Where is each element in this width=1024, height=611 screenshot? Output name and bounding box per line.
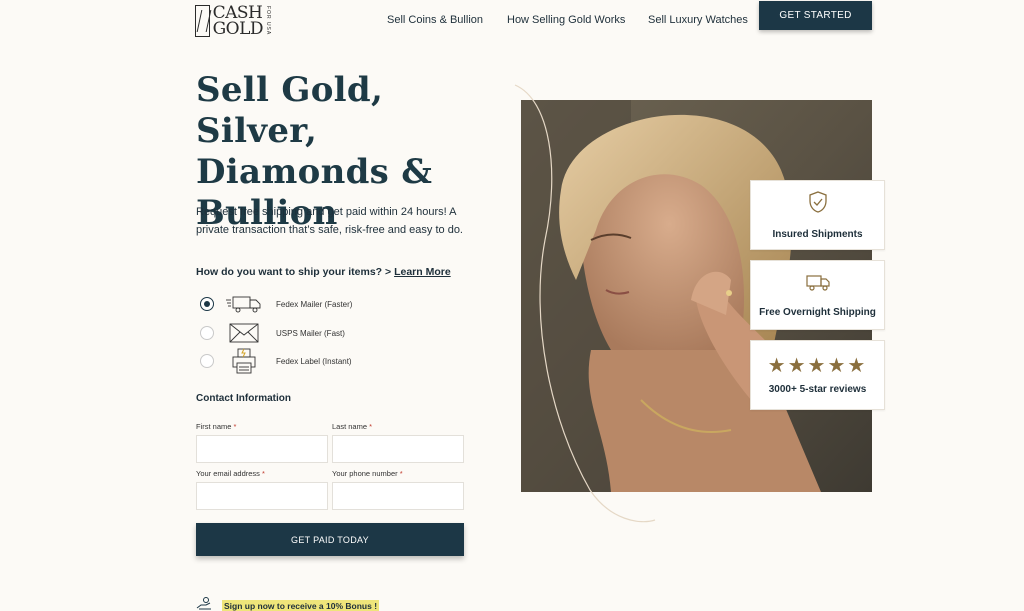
logo-subtext: FOR USA	[265, 6, 271, 36]
get-started-button[interactable]: GET STARTED	[759, 1, 872, 30]
radio-fedex-label[interactable]	[200, 354, 214, 368]
badge-label: Insured Shipments	[772, 229, 863, 240]
nav-how-selling-gold-works[interactable]: How Selling Gold Works	[507, 14, 625, 26]
logo-mark-icon	[195, 5, 210, 37]
shield-check-icon	[807, 190, 829, 219]
shipping-question: How do you want to ship your items? > Le…	[196, 266, 451, 278]
headline-line-2: Diamonds &	[196, 152, 433, 192]
hand-coin-icon	[196, 596, 214, 611]
badge-label: 3000+ 5-star reviews	[768, 383, 867, 395]
five-stars-icon: ★★★★★	[767, 354, 868, 377]
shipping-option-label: USPS Mailer (Fast)	[276, 328, 345, 338]
shipping-option-fedex-label[interactable]: Fedex Label (Instant)	[200, 348, 352, 374]
shipping-option-label: Fedex Label (Instant)	[276, 356, 352, 366]
last-name-field[interactable]	[332, 435, 464, 463]
logo-text: CASH GOLD	[212, 3, 264, 39]
shipping-option-fedex-mailer[interactable]: Fedex Mailer (Faster)	[200, 293, 352, 315]
phone-label: Your phone number *	[332, 469, 403, 478]
first-name-field[interactable]	[196, 435, 328, 463]
contact-information-heading: Contact Information	[196, 393, 291, 404]
get-paid-today-button[interactable]: GET PAID TODAY	[196, 523, 464, 556]
headline-line-1: Sell Gold, Silver,	[196, 70, 384, 151]
last-name-label: Last name *	[332, 422, 373, 431]
email-field[interactable]	[196, 482, 328, 510]
shipping-question-text: How do you want to ship your items? >	[196, 266, 395, 278]
envelope-icon	[224, 322, 264, 344]
radio-usps-mailer[interactable]	[200, 326, 214, 340]
shipping-option-usps-mailer[interactable]: USPS Mailer (Fast)	[200, 322, 345, 344]
insured-shipments-badge: Insured Shipments	[750, 180, 885, 250]
learn-more-link[interactable]: Learn More	[394, 266, 451, 278]
nav-sell-coins-bullion[interactable]: Sell Coins & Bullion	[387, 14, 483, 26]
reviews-badge: ★★★★★ 3000+ 5-star reviews	[750, 340, 885, 410]
truck-icon	[224, 293, 264, 315]
nav-sell-luxury-watches[interactable]: Sell Luxury Watches	[648, 14, 748, 26]
free-overnight-shipping-badge: Free Overnight Shipping	[750, 260, 885, 330]
logo[interactable]: CASH GOLD FOR USA	[195, 4, 271, 38]
bonus-text: Sign up now to receive a 10% Bonus !	[222, 599, 380, 611]
printer-icon	[224, 348, 264, 374]
bonus-banner: Sign up now to receive a 10% Bonus !	[196, 596, 380, 611]
phone-field[interactable]	[332, 482, 464, 510]
shipping-option-label: Fedex Mailer (Faster)	[276, 299, 353, 309]
radio-fedex-mailer[interactable]	[200, 297, 214, 311]
first-name-label: First name *	[196, 422, 237, 431]
email-label: Your email address *	[196, 469, 265, 478]
delivery-truck-icon	[805, 272, 831, 297]
badge-label: Free Overnight Shipping	[759, 307, 876, 318]
hero-subtext: Request free shipping and get paid withi…	[196, 206, 463, 236]
